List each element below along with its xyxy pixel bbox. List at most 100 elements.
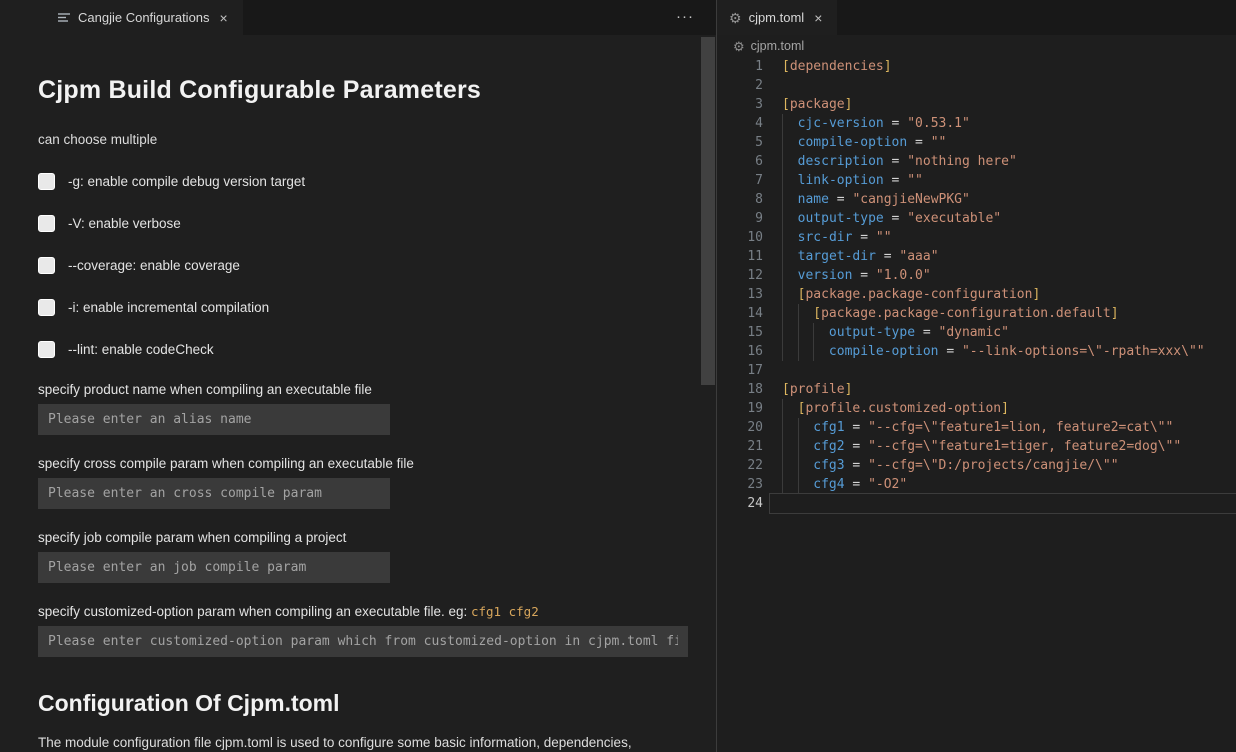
field-label: specify customized-option param when com… (38, 604, 716, 619)
code-token: package.package-configuration (805, 287, 1032, 302)
text-input-3[interactable] (38, 552, 390, 583)
code-line[interactable]: 21cfg2 = "--cfg=\"feature1=tiger, featur… (717, 437, 1236, 456)
code-line[interactable]: 14[package.package-configuration.default… (717, 304, 1236, 323)
line-content: compile-option = "" (782, 133, 1236, 152)
field-group: specify customized-option param when com… (38, 604, 716, 657)
code-line[interactable]: 11target-dir = "aaa" (717, 247, 1236, 266)
code-line[interactable]: 5compile-option = "" (717, 133, 1236, 152)
line-number: 21 (717, 437, 763, 456)
field-list: specify product name when compiling an e… (38, 382, 716, 657)
line-content (782, 76, 1236, 95)
code-token: name (798, 192, 829, 207)
code-token: = (845, 420, 868, 435)
indent-guide (798, 475, 814, 494)
page-title: Cjpm Build Configurable Parameters (38, 76, 716, 105)
code-line[interactable]: 23cfg4 = "-O2" (717, 475, 1236, 494)
line-number: 4 (717, 114, 763, 133)
indent-guide (782, 190, 798, 209)
text-input-1[interactable] (38, 404, 390, 435)
checkbox-3[interactable] (38, 257, 55, 274)
text-input-2[interactable] (38, 478, 390, 509)
section-paragraph: The module configuration file cjpm.toml … (38, 732, 658, 752)
checkbox-row: --coverage: enable coverage (38, 244, 716, 286)
code-line[interactable]: 18[profile] (717, 380, 1236, 399)
right-tab-bar: ⚙ cjpm.toml × (717, 0, 1236, 35)
line-number: 6 (717, 152, 763, 171)
checkbox-4[interactable] (38, 299, 55, 316)
indent-guide (782, 209, 798, 228)
webview-scrollbar[interactable] (701, 37, 715, 385)
breadcrumb: ⚙ cjpm.toml (717, 35, 1236, 57)
gear-icon: ⚙ (729, 11, 742, 25)
field-group: specify product name when compiling an e… (38, 382, 716, 435)
checkbox-5[interactable] (38, 341, 55, 358)
checkbox-label: -V: enable verbose (68, 216, 181, 231)
code-line[interactable]: 16compile-option = "--link-options=\"-rp… (717, 342, 1236, 361)
checkbox-list: -g: enable compile debug version target-… (38, 160, 716, 370)
code-token: = (939, 344, 962, 359)
breadcrumb-item[interactable]: cjpm.toml (751, 39, 804, 53)
code-line[interactable]: 19[profile.customized-option] (717, 399, 1236, 418)
code-token: = (884, 116, 907, 131)
line-content (782, 361, 1236, 380)
code-token: "--cfg=\"feature1=tiger, feature2=dog\"" (868, 439, 1181, 454)
checkbox-1[interactable] (38, 173, 55, 190)
indent-guide (798, 342, 814, 361)
code-line[interactable]: 13[package.package-configuration] (717, 285, 1236, 304)
editor-pane: ⚙ cjpm.toml × ⚙ cjpm.toml 1[dependencies… (717, 0, 1236, 752)
code-line[interactable]: 9output-type = "executable" (717, 209, 1236, 228)
line-number: 12 (717, 266, 763, 285)
checkbox-2[interactable] (38, 215, 55, 232)
text-input-4[interactable] (38, 626, 688, 657)
line-number: 3 (717, 95, 763, 114)
code-token: "" (931, 135, 947, 150)
field-label: specify job compile param when compiling… (38, 530, 716, 545)
line-number: 14 (717, 304, 763, 323)
more-actions-icon[interactable]: ··· (676, 8, 694, 25)
close-icon[interactable]: × (217, 10, 231, 26)
code-token: "0.53.1" (907, 116, 970, 131)
code-line[interactable]: 1[dependencies] (717, 57, 1236, 76)
code-token: = (907, 135, 930, 150)
indent-guide (782, 247, 798, 266)
line-content: cfg1 = "--cfg=\"feature1=lion, feature2=… (782, 418, 1236, 437)
line-number: 13 (717, 285, 763, 304)
indent-guide (782, 437, 798, 456)
code-line[interactable]: 22cfg3 = "--cfg=\"D:/projects/cangjie/\"… (717, 456, 1236, 475)
line-content: [profile.customized-option] (782, 399, 1236, 418)
code-line[interactable]: 12 version = "1.0.0" (717, 266, 1236, 285)
code-token: "" (876, 230, 892, 245)
line-number: 15 (717, 323, 763, 342)
webview-pane: Cangjie Configurations × ··· Cjpm Build … (0, 0, 717, 752)
code-line[interactable]: 20cfg1 = "--cfg=\"feature1=lion, feature… (717, 418, 1236, 437)
code-token: package (790, 97, 845, 112)
code-line[interactable]: 24 (717, 494, 1236, 513)
code-token: ] (845, 97, 853, 112)
code-line[interactable]: 4cjc-version = "0.53.1" (717, 114, 1236, 133)
code-token: = (852, 230, 875, 245)
code-line[interactable]: 17 (717, 361, 1236, 380)
subheading: can choose multiple (38, 132, 716, 147)
code-line[interactable]: 6description = "nothing here" (717, 152, 1236, 171)
line-number: 10 (717, 228, 763, 247)
section-title: Configuration Of Cjpm.toml (38, 690, 716, 717)
code-token: [ (782, 59, 790, 74)
code-token: "--link-options=\"-rpath=xxx\"" (962, 344, 1205, 359)
code-line[interactable]: 3 [package] (717, 95, 1236, 114)
code-token: dependencies (790, 59, 884, 74)
tab-cangjie-configurations[interactable]: Cangjie Configurations × (0, 0, 243, 35)
line-content: version = "1.0.0" (782, 266, 1236, 285)
close-icon[interactable]: × (811, 10, 825, 26)
code-editor[interactable]: 1[dependencies]23[package]4cjc-version =… (717, 57, 1236, 752)
code-line[interactable]: 15output-type = "dynamic" (717, 323, 1236, 342)
indent-guide (782, 342, 798, 361)
indent-guide (798, 418, 814, 437)
line-content: src-dir = "" (782, 228, 1236, 247)
line-content: [package] (782, 95, 1236, 114)
tab-cjpm-toml[interactable]: ⚙ cjpm.toml × (717, 0, 837, 35)
code-line[interactable]: 7link-option = "" (717, 171, 1236, 190)
code-line[interactable]: 2 (717, 76, 1236, 95)
code-line[interactable]: 8name = "cangjieNewPKG" (717, 190, 1236, 209)
code-line[interactable]: 10 src-dir = "" (717, 228, 1236, 247)
indent-guide (813, 323, 829, 342)
